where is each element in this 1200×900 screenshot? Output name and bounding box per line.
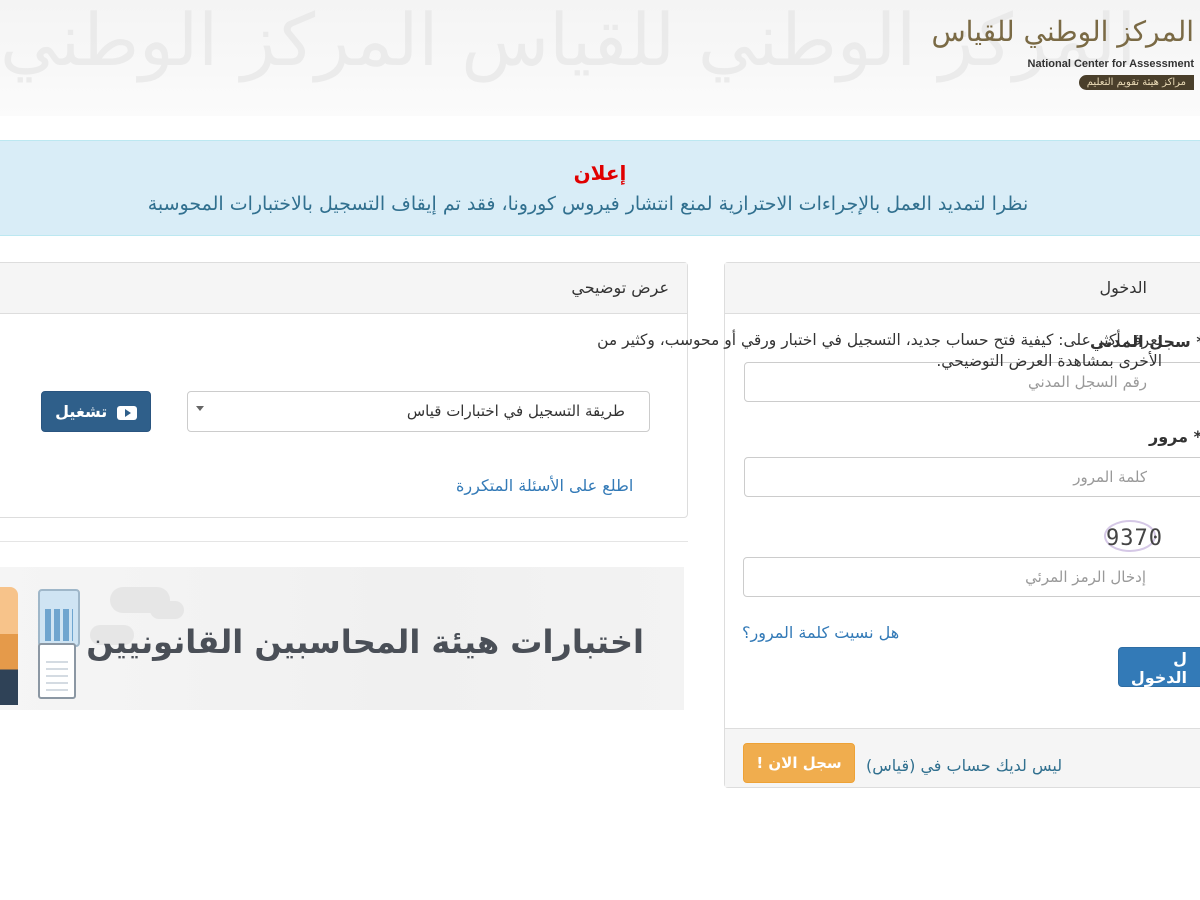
captcha-input[interactable] (743, 557, 1200, 597)
password-input[interactable] (744, 457, 1200, 497)
password-label: * مرور (1149, 427, 1200, 446)
accountants-exams-banner[interactable]: اختبارات هيئة المحاسبين القانونيين (0, 567, 684, 710)
header-calligraphy-pattern: المركز الوطني للقياس المركز الوطني (0, 0, 1137, 82)
no-account-text: ليس لديك حساب في (قياس) (866, 756, 1063, 775)
clipboard-icon (38, 643, 76, 699)
logo-arabic-name: المركز الوطني للقياس (931, 15, 1195, 48)
login-button[interactable]: ل الدخول (1118, 647, 1200, 687)
register-button[interactable]: سجل الان ! (743, 743, 855, 783)
demo-description-line2: الأخرى بمشاهدة العرض التوضيحي. (936, 352, 1162, 370)
demo-description-line1: تعرف أكثر على: كيفية فتح حساب جديد، التس… (597, 331, 1162, 349)
site-header: المركز الوطني للقياس المركز الوطني المرك… (0, 0, 1200, 116)
announcement-text: نظرا لتمديد العمل بالإجراءات الاحترازية … (147, 193, 1029, 215)
faq-link[interactable]: اطلع على الأسئلة المتكررة (456, 476, 633, 495)
calculator-keys (45, 609, 73, 641)
civil-id-required-mark: * (1196, 332, 1200, 351)
demo-panel-heading: عرض توضيحي (0, 263, 687, 314)
announcement-alert: إعلان نظرا لتمديد العمل بالإجراءات الاحت… (0, 140, 1200, 236)
demo-video-select-value: طريقة التسجيل في اختبارات قياس (406, 402, 625, 420)
logo-subtitle: مراكز هيئة تقويم التعليم (1078, 75, 1194, 90)
forgot-password-link[interactable]: هل نسيت كلمة المرور؟ (742, 623, 899, 642)
play-button[interactable]: تشغيل (41, 391, 151, 432)
chevron-down-icon (196, 406, 204, 411)
banner-title: اختبارات هيئة المحاسبين القانونيين (86, 623, 644, 661)
cloud-shape (150, 601, 184, 619)
clipboard-lines (46, 657, 68, 691)
demo-description: تعرف أكثر على: كيفية فتح حساب جديد، التس… (442, 330, 1162, 372)
captcha-image: 9370 (1098, 520, 1178, 554)
password-required-mark: * (1194, 427, 1200, 446)
login-panel-heading: الدخول (725, 263, 1200, 314)
demo-video-select[interactable]: طريقة التسجيل في اختبارات قياس (187, 391, 650, 432)
section-divider (0, 541, 688, 542)
person-illustration (0, 587, 18, 705)
youtube-play-icon (116, 405, 137, 420)
logo-english-name: National Center for Assessment (1027, 58, 1194, 70)
calculator-icon (38, 589, 80, 647)
captcha-text: 9370 (1106, 526, 1163, 551)
announcement-title: إعلان (573, 161, 627, 185)
password-label-text: مرور (1149, 427, 1189, 446)
nca-logo[interactable]: المركز الوطني للقياس National Center for… (931, 12, 1195, 102)
play-button-label: تشغيل (55, 402, 108, 421)
